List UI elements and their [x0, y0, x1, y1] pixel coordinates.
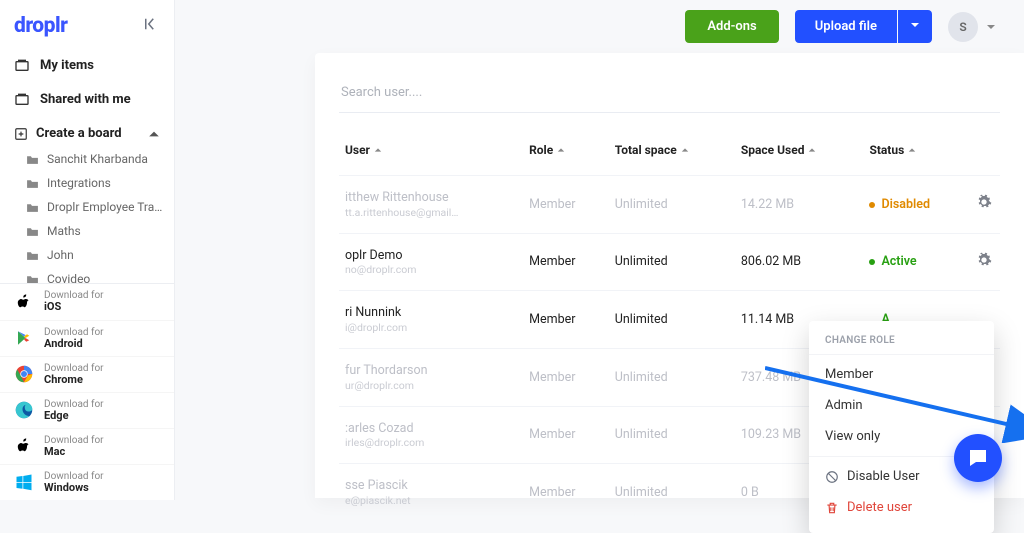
user-name: oplr Demo: [345, 248, 475, 264]
user-total-space: Unlimited: [609, 176, 735, 234]
user-email: ur@droplr.com: [345, 379, 517, 392]
user-role: Member: [523, 233, 609, 291]
user-role: Member: [523, 464, 609, 521]
menu-member[interactable]: Member: [809, 359, 994, 390]
download-chrome[interactable]: Download forChrome: [0, 357, 174, 393]
user-name: :arles Cozad: [345, 421, 475, 437]
avatar-initial: S: [948, 12, 978, 42]
upload-button[interactable]: Upload file: [795, 10, 897, 43]
block-icon: [825, 470, 839, 484]
sidebar: droplr My items Shared with me Create a …: [0, 0, 175, 500]
topbar: Add-ons Upload file S: [175, 0, 1024, 53]
col-user[interactable]: User: [339, 133, 523, 176]
col-total[interactable]: Total space: [609, 133, 735, 176]
download-ios[interactable]: Download foriOS: [0, 284, 174, 320]
chat-bubble-button[interactable]: [954, 434, 1002, 482]
board-item[interactable]: Maths: [0, 219, 174, 243]
download-edge[interactable]: Download forEdge: [0, 393, 174, 429]
download-mac[interactable]: Download forMac: [0, 429, 174, 465]
user-total-space: Unlimited: [609, 233, 735, 291]
user-role: Member: [523, 406, 609, 464]
create-board-label: Create a board: [36, 126, 122, 141]
user-email: irles@droplr.com: [345, 436, 517, 449]
gear-icon: [976, 194, 992, 210]
collapse-sidebar-icon[interactable]: [142, 15, 160, 37]
user-name: fur Thordarson: [345, 363, 475, 379]
apple-icon: [14, 436, 34, 456]
users-panel: User Role Total space Space Used Status …: [315, 53, 1024, 498]
caret-up-icon: [148, 128, 160, 140]
col-role[interactable]: Role: [523, 133, 609, 176]
board-item[interactable]: John: [0, 243, 174, 267]
user-total-space: Unlimited: [609, 348, 735, 406]
row-settings-button[interactable]: [976, 257, 992, 272]
folder-icon: [26, 250, 39, 261]
col-used[interactable]: Space Used: [735, 133, 864, 176]
search-input[interactable]: [339, 77, 1000, 113]
user-email: tt.a.rittenhouse@gmail…: [345, 206, 517, 219]
folder-icon: [26, 154, 39, 165]
folder-icon: [26, 274, 39, 284]
user-name: itthew Rittenhouse: [345, 190, 475, 206]
windows-icon: [14, 472, 34, 492]
brand-logo[interactable]: droplr: [14, 14, 67, 38]
caret-down-icon: [986, 22, 996, 32]
board-item[interactable]: Covideo: [0, 267, 174, 283]
gear-icon: [976, 252, 992, 268]
table-row: oplr Demono@droplr.com MemberUnlimited806…: [339, 233, 1000, 291]
edge-icon: [14, 400, 34, 420]
col-status[interactable]: Status: [863, 133, 970, 176]
board-item[interactable]: Sanchit Kharbanda: [0, 147, 174, 171]
chrome-icon: [14, 364, 34, 384]
apple-icon: [14, 292, 34, 312]
folder-icon: [26, 178, 39, 189]
user-email: i@droplr.com: [345, 321, 517, 334]
user-space-used: 806.02 MB: [735, 233, 864, 291]
menu-admin[interactable]: Admin: [809, 390, 994, 421]
main-area: Add-ons Upload file S User Role Tota: [175, 0, 1024, 500]
nav-my-items[interactable]: My items: [0, 48, 174, 82]
caret-down-icon: [910, 20, 920, 30]
user-email: no@droplr.com: [345, 263, 517, 276]
user-name: ri Nunnink: [345, 305, 475, 321]
nav-my-items-label: My items: [40, 58, 94, 73]
user-role: Member: [523, 348, 609, 406]
create-board-toggle[interactable]: Create a board: [0, 116, 174, 147]
row-settings-button[interactable]: [976, 199, 992, 214]
menu-header: CHANGE ROLE: [809, 331, 994, 355]
board-item[interactable]: Integrations: [0, 171, 174, 195]
user-space-used: 14.22 MB: [735, 176, 864, 234]
addons-button[interactable]: Add-ons: [685, 10, 778, 43]
nav-shared[interactable]: Shared with me: [0, 82, 174, 116]
play-icon: [14, 328, 34, 348]
folder-icon: [26, 202, 39, 213]
user-role: Member: [523, 291, 609, 349]
user-status: Disabled: [863, 176, 970, 234]
row-actions-menu: CHANGE ROLE Member Admin View only Disab…: [809, 321, 994, 533]
board-item[interactable]: Droplr Employee Tra…: [0, 195, 174, 219]
user-email: e@piascik.net: [345, 494, 517, 507]
nav-shared-label: Shared with me: [40, 92, 131, 107]
user-name: sse Piascik: [345, 478, 475, 494]
user-total-space: Unlimited: [609, 464, 735, 521]
trash-icon: [825, 501, 839, 515]
table-row: itthew Rittenhousett.a.rittenhouse@gmail…: [339, 176, 1000, 234]
download-windows[interactable]: Download forWindows: [0, 465, 174, 500]
folder-icon: [26, 226, 39, 237]
upload-caret-button[interactable]: [898, 10, 932, 43]
download-android[interactable]: Download forAndroid: [0, 321, 174, 357]
user-total-space: Unlimited: [609, 406, 735, 464]
user-status: Active: [863, 233, 970, 291]
chat-icon: [966, 446, 990, 470]
user-total-space: Unlimited: [609, 291, 735, 349]
menu-delete-user[interactable]: Delete user: [809, 492, 994, 523]
user-avatar-menu[interactable]: S: [948, 12, 996, 42]
user-role: Member: [523, 176, 609, 234]
